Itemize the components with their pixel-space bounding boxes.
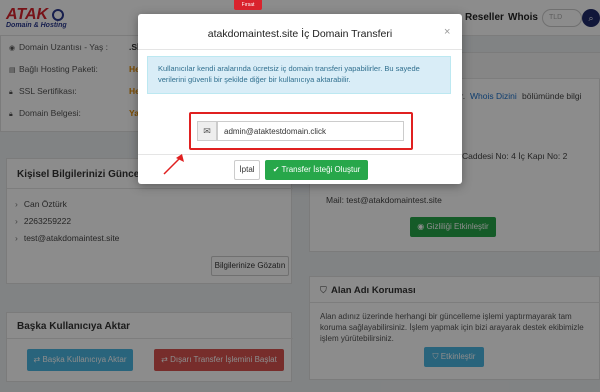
modal-title: atakdomaintest.site İç Domain Transferi (207, 28, 393, 40)
create-transfer-button[interactable]: ✔ Transfer İsteği Oluştur (265, 160, 368, 180)
cancel-button[interactable]: İptal (234, 160, 260, 180)
divider (138, 49, 462, 50)
button-label: Transfer İsteği Oluştur (281, 165, 361, 174)
email-input-group: ✉ (197, 121, 404, 141)
arrow-annotation (163, 154, 184, 175)
close-icon[interactable]: × (444, 26, 450, 38)
email-field[interactable] (217, 121, 404, 141)
envelope-icon: ✉ (197, 121, 217, 141)
promo-tab[interactable]: Fırsat (234, 0, 262, 10)
info-alert: Kullanıcılar kendi aralarında ücretsiz i… (147, 56, 451, 94)
